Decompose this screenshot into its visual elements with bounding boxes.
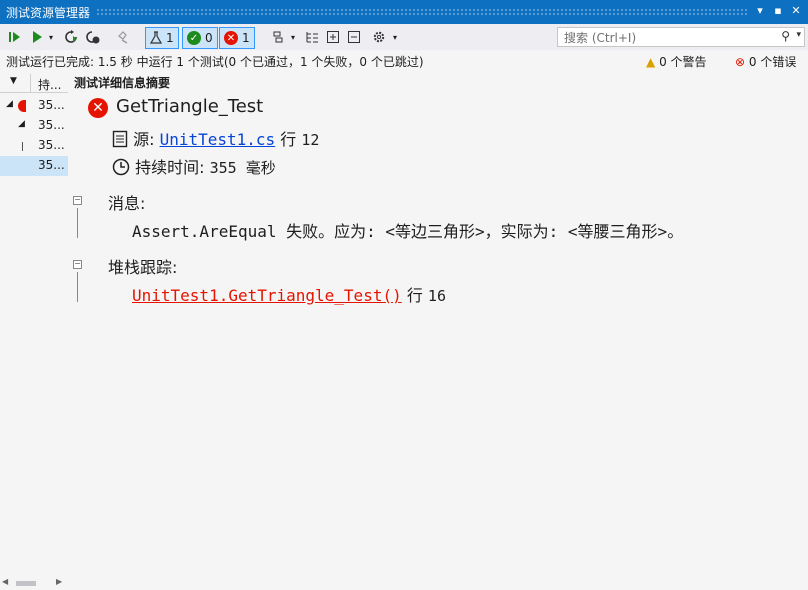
flask-icon xyxy=(150,31,162,44)
test-duration: 35... xyxy=(38,118,65,132)
expand-arrow-icon[interactable]: ◢ xyxy=(6,99,13,109)
duration-column-header[interactable]: 持... xyxy=(38,76,61,93)
stack-guide-line xyxy=(77,272,78,302)
duration-line: 持续时间: 355 毫秒 xyxy=(112,154,276,178)
message-text: Assert.AreEqual 失败。应为: <等边三角形>，实际为: <等腰三… xyxy=(132,222,684,241)
status-bar: 测试运行已完成: 1.5 秒 中运行 1 个测试(0 个已通过，1 个失败，0 … xyxy=(0,52,808,70)
message-guide-line xyxy=(77,208,78,238)
warning-count[interactable]: ▲ 0 个警告 xyxy=(646,53,707,70)
stack-line-label: 行 xyxy=(406,286,423,305)
stack-line-number: 16 xyxy=(427,287,446,305)
settings-gear-icon[interactable] xyxy=(370,28,388,46)
window-menu-icon[interactable]: ▾ xyxy=(752,3,768,19)
duration-value: 355 毫秒 xyxy=(209,159,276,177)
scroll-right-icon[interactable]: ▶ xyxy=(56,577,62,586)
source-line-label: 行 xyxy=(280,130,297,149)
failed-test-icon: ✕ xyxy=(88,98,108,118)
title-bar: 测试资源管理器 ▾ ▪ ✕ xyxy=(0,0,808,24)
stack-entry: UnitTest1.GetTriangle_Test() 行 16 xyxy=(132,282,446,306)
playlist-icon[interactable] xyxy=(114,28,132,46)
details-header: 测试详细信息摘要 xyxy=(74,76,171,90)
group-by-dropdown-icon[interactable]: ▾ xyxy=(288,28,298,46)
source-file-link[interactable]: UnitTest1.cs xyxy=(160,130,276,149)
scroll-left-icon[interactable]: ◀ xyxy=(2,577,8,586)
warning-icon: ▲ xyxy=(646,55,656,69)
title-bar-grip xyxy=(96,8,748,16)
document-icon xyxy=(112,130,128,148)
error-count[interactable]: ⊗ 0 个错误 xyxy=(735,53,796,70)
expand-arrow-icon[interactable]: ◢ xyxy=(18,119,25,129)
scroll-thumb[interactable] xyxy=(16,581,36,586)
settings-dropdown-icon[interactable]: ▾ xyxy=(390,28,400,46)
failed-status-icon xyxy=(18,100,26,112)
collapse-message-icon[interactable]: − xyxy=(73,196,82,205)
test-tree-row[interactable]: ◢ 35... xyxy=(0,116,68,136)
source-label: 源: xyxy=(133,130,155,149)
passed-count: 0 xyxy=(205,31,213,45)
source-line: 源: UnitTest1.cs 行 12 xyxy=(112,126,319,150)
test-list-header: ▼ 持... xyxy=(0,74,68,93)
search-input[interactable] xyxy=(562,29,776,47)
flask-count: 1 xyxy=(166,31,174,45)
rerun-icon[interactable] xyxy=(62,28,80,46)
test-tree-row[interactable]: ◢ 35... xyxy=(0,96,68,116)
sort-chevron-down-icon[interactable]: ▼ xyxy=(10,76,17,86)
failed-icon: ✕ xyxy=(224,31,238,45)
failed-count: 1 xyxy=(242,31,250,45)
test-duration: 35... xyxy=(38,98,65,112)
search-icon[interactable]: ⚲ xyxy=(781,29,790,43)
duration-label: 持续时间: xyxy=(135,158,205,177)
collapse-stack-icon[interactable]: − xyxy=(73,260,82,269)
test-list-panel: ▼ 持... ◢ 35... ◢ 35... 35... 35... ◀ ▶ xyxy=(0,72,69,586)
collapse-all-icon[interactable] xyxy=(346,28,362,46)
tree-line xyxy=(22,142,23,151)
test-tree-row-selected[interactable]: 35... xyxy=(0,156,68,176)
horizontal-scrollbar[interactable]: ◀ ▶ xyxy=(0,576,68,590)
flask-count-button[interactable]: 1 xyxy=(145,27,179,49)
run-icon[interactable] xyxy=(28,28,46,46)
test-name: GetTriangle_Test xyxy=(116,96,264,117)
cancel-run-icon[interactable] xyxy=(84,28,102,46)
window-title: 测试资源管理器 xyxy=(6,6,91,20)
group-by-icon[interactable] xyxy=(270,28,288,46)
hierarchy-icon[interactable] xyxy=(304,28,320,46)
failed-count-button[interactable]: ✕ 1 xyxy=(219,27,255,49)
message-label: 消息: xyxy=(108,194,146,213)
test-duration: 35... xyxy=(38,138,65,152)
stack-label: 堆栈跟踪: xyxy=(108,258,178,277)
test-details-panel: 测试详细信息摘要 ✕ GetTriangle_Test 源: UnitTest1… xyxy=(68,72,808,520)
source-line-number: 12 xyxy=(301,131,320,149)
expand-all-icon[interactable] xyxy=(325,28,341,46)
run-summary: 测试运行已完成: 1.5 秒 中运行 1 个测试(0 个已通过，1 个失败，0 … xyxy=(6,55,424,69)
clock-icon xyxy=(112,158,130,176)
error-icon: ⊗ xyxy=(735,55,746,69)
passed-icon: ✓ xyxy=(187,31,201,45)
maximize-icon[interactable]: ▪ xyxy=(770,3,786,19)
passed-count-button[interactable]: ✓ 0 xyxy=(182,27,218,49)
run-dropdown-icon[interactable]: ▾ xyxy=(46,28,56,46)
test-tree-row[interactable]: 35... xyxy=(0,136,68,156)
warning-label: 0 个警告 xyxy=(659,55,707,69)
search-dropdown-icon[interactable]: ▾ xyxy=(796,30,801,40)
test-duration: 35... xyxy=(38,158,65,172)
error-label: 0 个错误 xyxy=(748,55,797,69)
stack-trace-link[interactable]: UnitTest1.GetTriangle_Test() xyxy=(132,286,402,305)
run-all-icon[interactable] xyxy=(6,28,24,46)
close-icon[interactable]: ✕ xyxy=(788,3,804,19)
search-box[interactable]: ⚲ ▾ xyxy=(557,27,805,47)
